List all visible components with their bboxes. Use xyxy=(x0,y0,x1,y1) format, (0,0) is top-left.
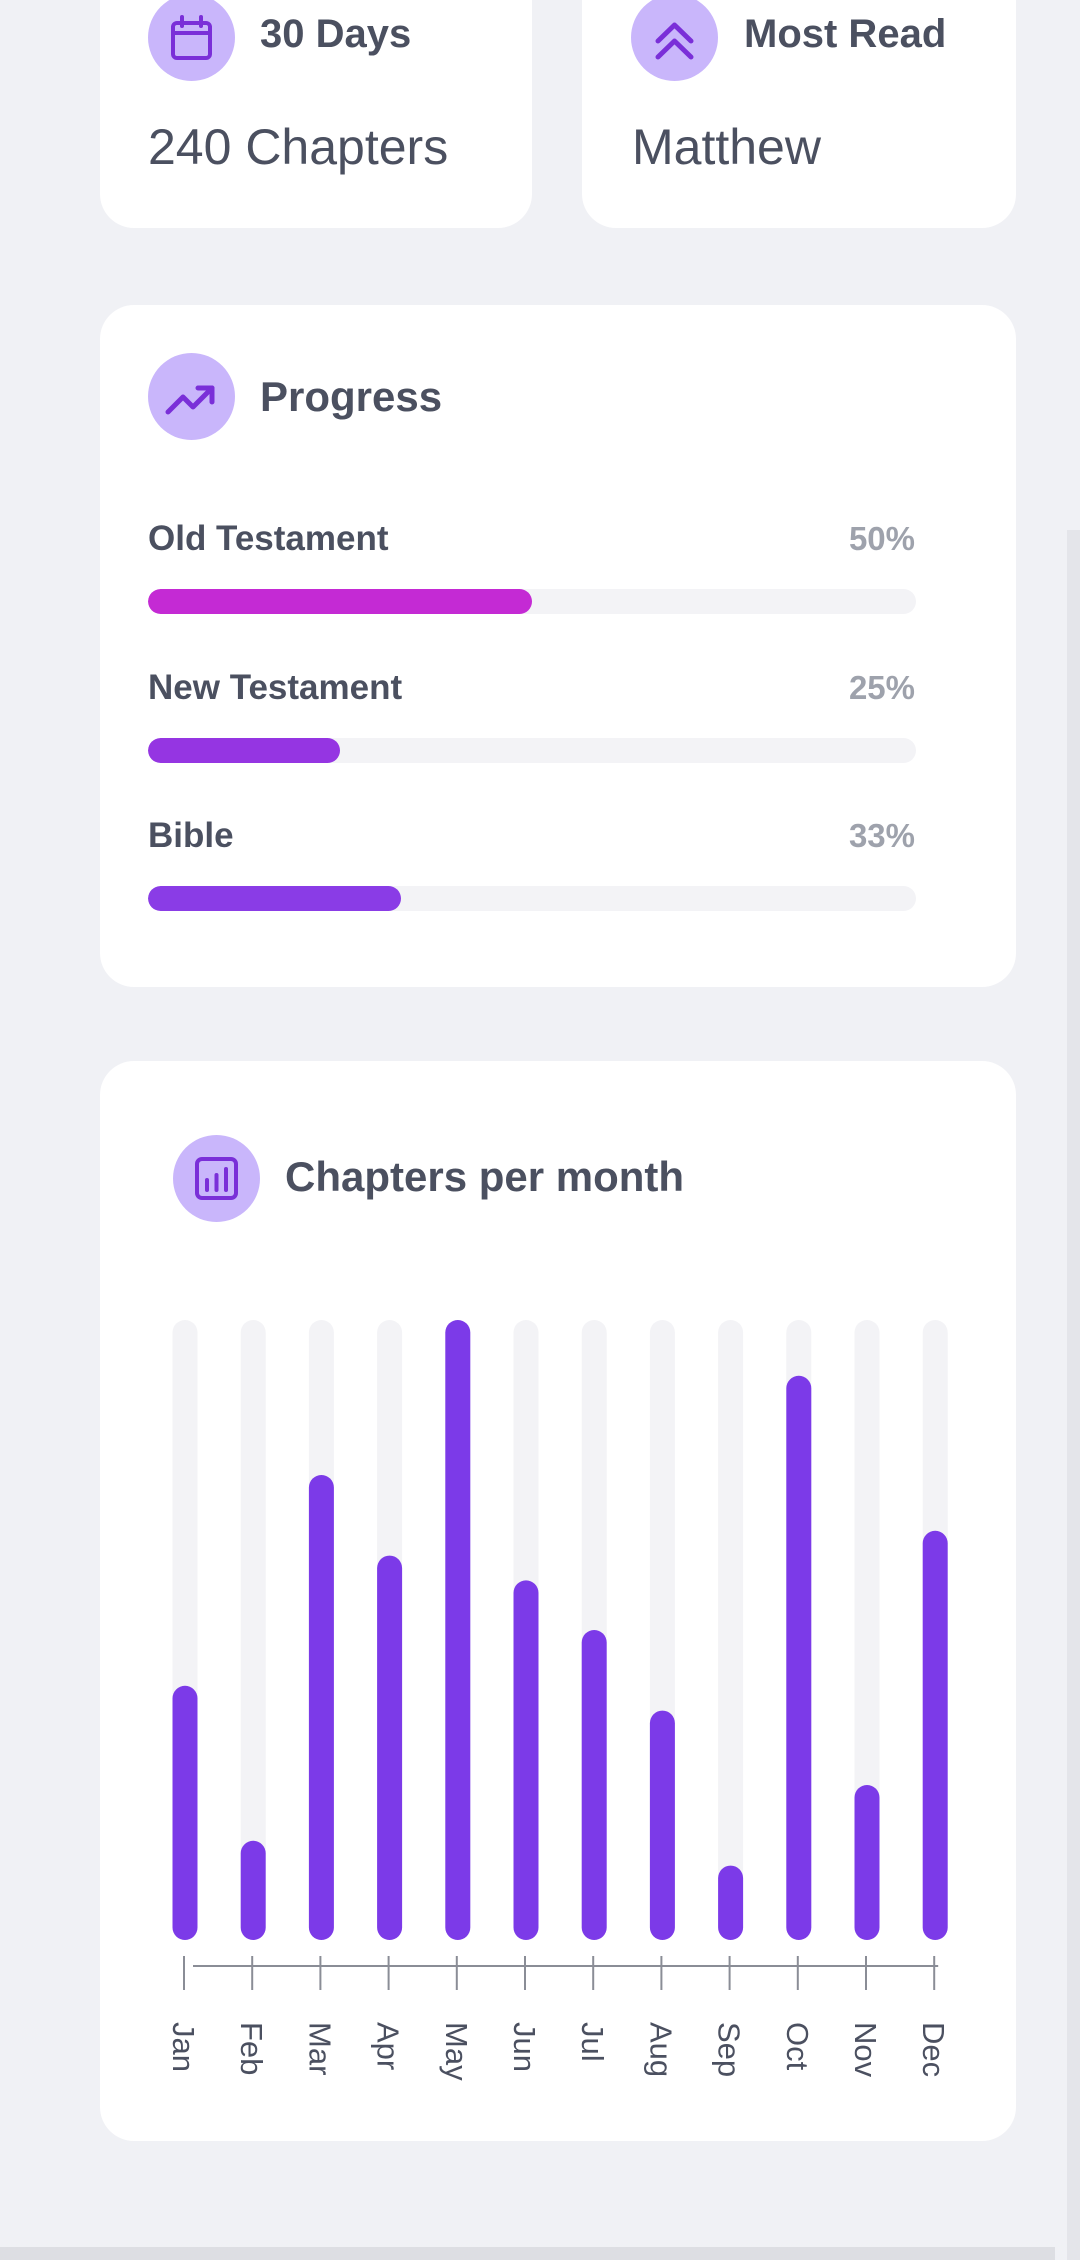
x-tick-label-feb: Feb xyxy=(234,2022,269,2075)
bar-aug xyxy=(649,1710,675,1940)
bar-jul xyxy=(581,1630,607,1940)
bar-dec xyxy=(922,1530,948,1940)
chapters-bar-chart: Jan Feb Mar Apr May Jun Jul Aug Sep Oct Nov Dec xyxy=(166,1320,951,2081)
x-tick-label-sep: Sep xyxy=(712,2022,747,2077)
bar-feb xyxy=(240,1840,266,1940)
bar-jun xyxy=(513,1580,539,1940)
x-tick-label-jun: Jun xyxy=(507,2022,542,2072)
x-tick-label-apr: Apr xyxy=(371,2022,406,2070)
x-tick-label-mar: Mar xyxy=(302,2022,337,2075)
horizontal-scrollbar[interactable] xyxy=(0,2247,1055,2260)
x-tick-label-dec: Dec xyxy=(916,2022,951,2077)
x-tick-label-jan: Jan xyxy=(166,2022,201,2072)
bar-mar xyxy=(308,1475,334,1940)
bar-track-sep xyxy=(718,1320,744,1940)
vertical-scrollbar[interactable] xyxy=(1067,530,1080,2260)
x-tick-label-oct: Oct xyxy=(780,2022,815,2071)
bar-oct xyxy=(786,1375,812,1940)
bar-apr xyxy=(377,1555,403,1940)
x-tick-label-may: May xyxy=(439,2022,474,2081)
bar-nov xyxy=(854,1785,880,1940)
bar-may xyxy=(445,1320,471,1940)
x-tick-label-jul: Jul xyxy=(575,2022,610,2062)
bar-sep xyxy=(718,1865,744,1940)
x-tick-label-aug: Aug xyxy=(643,2022,678,2077)
bar-jan xyxy=(172,1685,198,1940)
x-tick-label-nov: Nov xyxy=(848,2022,883,2078)
